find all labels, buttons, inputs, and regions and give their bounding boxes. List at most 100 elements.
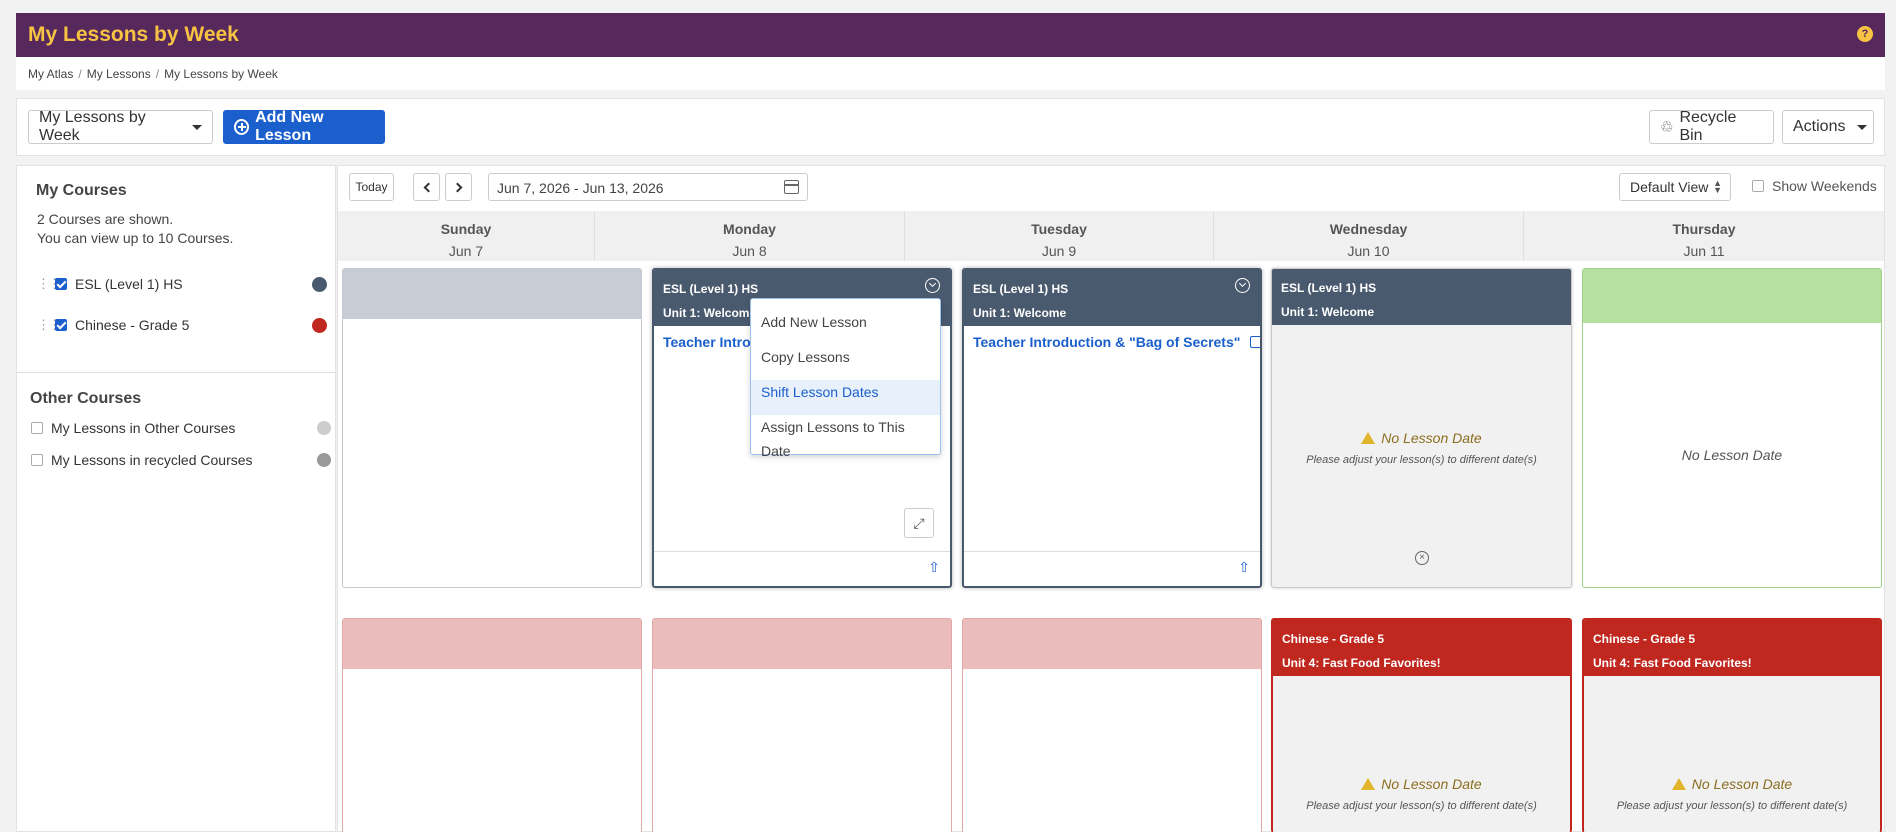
expand-button[interactable]: ⤢ [904,508,934,538]
close-circle-icon[interactable]: × [1415,551,1429,565]
adjust-hint: Please adjust your lesson(s) to differen… [1616,800,1848,812]
sort-arrows-icon: ▲ ▼ [1713,178,1722,195]
empty-day-slot[interactable] [342,268,642,588]
show-weekends-toggle[interactable]: Show Weekends [1752,178,1877,194]
help-icon[interactable]: ? [1857,26,1873,42]
lesson-card-wednesday-esl[interactable]: ESL (Level 1) HS Unit 1: Welcome No Less… [1271,268,1572,588]
day-header-thursday: Thursday Jun 11 [1524,211,1884,261]
course-name: My Lessons in recycled Courses [51,452,253,468]
drag-handle-icon[interactable]: ⋮⋮ [37,317,61,333]
card-divider [964,551,1260,552]
warning-icon [1671,778,1686,790]
view-mode-select[interactable]: Default View ▲ ▼ [1619,173,1731,201]
view-select-label: My Lessons by Week [39,109,146,144]
course-name: ESL (Level 1) HS [1281,281,1377,295]
course-color-dot[interactable] [312,317,327,333]
day-date: Jun 8 [732,243,767,259]
no-lesson-date-warning: No Lesson Date [1272,430,1571,446]
warning-icon [1361,432,1376,444]
thursday-slot[interactable]: No Lesson Date [1582,268,1882,588]
breadcrumb-my-atlas[interactable]: My Atlas [28,67,73,81]
add-new-lesson-button[interactable]: Add New Lesson [223,109,385,144]
menu-item-assign-lessons[interactable]: Assign Lessons to This Date [751,415,940,459]
day-date: Jun 11 [1683,243,1725,259]
plus-circle-icon [234,119,250,135]
recycle-icon: ♲ [1660,119,1674,136]
actions-button[interactable]: Actions [1782,110,1874,144]
calendar-toolbar: Today Jun 7, 2026 - Jun 13, 2026 Default… [338,166,1884,211]
add-new-lesson-label: Add New Lesson [255,109,324,144]
course-checkbox[interactable] [55,319,67,331]
no-lesson-date-label: No Lesson Date [1381,430,1482,446]
my-courses-heading: My Courses [36,182,127,199]
day-header-monday: Monday Jun 8 [595,211,905,261]
chevron-down-icon[interactable] [925,278,940,293]
course-item-chinese[interactable]: ⋮⋮ Chinese - Grade 5 [37,314,327,336]
today-button[interactable]: Today [349,173,394,201]
no-lesson-date-warning: No Lesson Date [1273,776,1570,792]
view-select[interactable]: My Lessons by Week [28,109,213,144]
day-name: Wednesday [1329,221,1408,237]
toolbar: My Lessons by Week Add New Lesson ♲ Recy… [16,98,1885,156]
menu-item-add-new-lesson[interactable]: Add New Lesson [751,310,940,345]
calendar-icon[interactable] [784,180,799,194]
breadcrumb-current: My Lessons by Week [164,67,278,81]
lesson-card-header: ESL (Level 1) HS Unit 1: Welcome [1272,269,1571,325]
show-weekends-checkbox[interactable] [1752,180,1764,192]
lesson-card-thursday-chinese[interactable]: Chinese - Grade 5 Unit 4: Fast Food Favo… [1582,618,1882,832]
chevron-right-icon [452,182,462,192]
menu-item-copy-lessons[interactable]: Copy Lessons [751,345,940,380]
course-name: ESL (Level 1) HS [973,282,1069,296]
unit-name: Unit 1: Welcome [973,306,1067,320]
lesson-card-tuesday-esl[interactable]: ESL (Level 1) HS Unit 1: Welcome Teacher… [962,268,1262,588]
course-checkbox[interactable] [55,278,67,290]
course-color-dot[interactable] [312,276,327,292]
upload-icon[interactable]: ⇧ [928,559,940,576]
empty-slot-header [963,619,1261,669]
course-checkbox[interactable] [31,454,43,466]
unit-name: Unit 4: Fast Food Favorites! [1282,656,1441,670]
prev-week-button[interactable] [413,173,440,201]
course-color-dot [317,453,331,467]
day-name: Sunday [440,221,492,237]
upload-icon[interactable]: ⇧ [1238,559,1250,576]
chevron-down-icon [1857,124,1868,130]
lesson-card-header: Chinese - Grade 5 Unit 4: Fast Food Favo… [1273,620,1570,676]
empty-slot-header [1583,269,1881,323]
week-calendar: Today Jun 7, 2026 - Jun 13, 2026 Default… [337,165,1885,832]
recycle-bin-label: Recycle Bin [1679,109,1737,144]
calendar-icon[interactable] [1250,336,1260,348]
course-name: My Lessons in Other Courses [51,420,236,436]
actions-label: Actions [1793,118,1846,135]
empty-day-slot[interactable] [342,618,642,832]
course-color-dot [317,421,331,435]
show-weekends-label: Show Weekends [1772,178,1877,194]
empty-day-slot[interactable] [962,618,1262,832]
date-range-input[interactable]: Jun 7, 2026 - Jun 13, 2026 [488,173,808,201]
view-mode-label: Default View [1630,179,1709,195]
recycled-course-item[interactable]: My Lessons in recycled Courses [31,449,331,471]
day-header-sunday: Sunday Jun 7 [338,211,595,261]
breadcrumb-my-lessons[interactable]: My Lessons [87,67,151,81]
lesson-card-wednesday-chinese[interactable]: Chinese - Grade 5 Unit 4: Fast Food Favo… [1271,618,1572,832]
course-sidebar: My Courses 2 Courses are shown. You can … [16,165,336,832]
chevron-down-icon [192,124,202,130]
empty-day-slot[interactable] [652,618,952,832]
no-lesson-date-label: No Lesson Date [1681,447,1783,463]
course-item-esl[interactable]: ⋮⋮ ESL (Level 1) HS [37,273,327,295]
drag-handle-icon[interactable]: ⋮⋮ [37,276,61,292]
lesson-context-menu: Add New Lesson Copy Lessons Shift Lesson… [750,298,941,459]
no-lesson-date-label: No Lesson Date [1381,776,1482,792]
warning-icon [1361,778,1376,790]
next-week-button[interactable] [445,173,472,201]
lesson-card-header: Chinese - Grade 5 Unit 4: Fast Food Favo… [1584,620,1880,676]
lesson-title-link[interactable]: Teacher Introduction & "Bag of Secrets" [964,326,1260,358]
unit-name: Unit 4: Fast Food Favorites! [1593,656,1752,670]
course-checkbox[interactable] [31,422,43,434]
no-lesson-date-warning: No Lesson Date [1584,776,1880,792]
menu-item-shift-lesson-dates[interactable]: Shift Lesson Dates [751,380,940,415]
chevron-down-icon[interactable] [1235,278,1250,293]
adjust-hint: Please adjust your lesson(s) to differen… [1306,454,1537,466]
recycle-bin-button[interactable]: ♲ Recycle Bin [1649,109,1774,144]
other-course-item[interactable]: My Lessons in Other Courses [31,417,331,439]
